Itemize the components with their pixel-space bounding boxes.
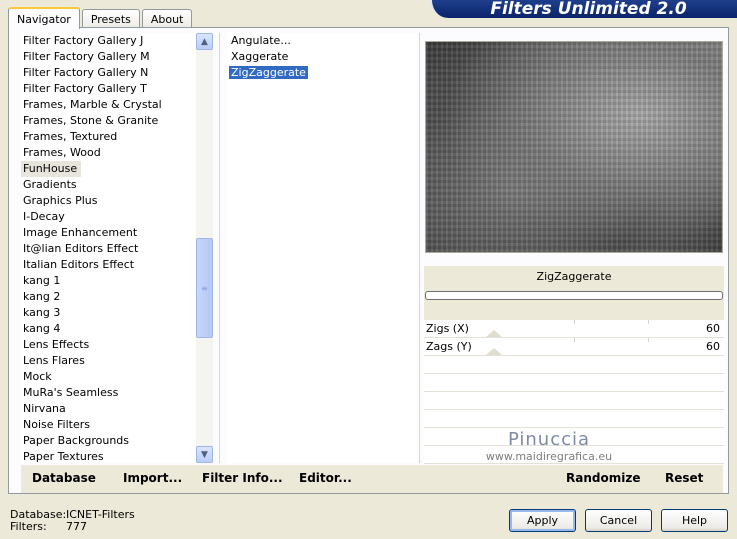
category-item[interactable]: Paper Textures: [21, 449, 197, 463]
filter-item-label: ZigZaggerate: [229, 66, 308, 79]
category-item[interactable]: Paper Backgrounds: [21, 433, 197, 449]
cancel-button[interactable]: Cancel: [585, 509, 652, 532]
param-value: 60: [706, 322, 720, 335]
scroll-down-button[interactable]: ▼: [196, 446, 213, 463]
list-divider: [219, 33, 220, 463]
filter-item[interactable]: Xaggerate: [227, 49, 417, 65]
category-item[interactable]: I-Decay: [21, 209, 197, 225]
param-label: Zags (Y): [426, 340, 472, 353]
filter-item-label: Xaggerate: [231, 50, 289, 63]
tab-navigator[interactable]: Navigator: [8, 7, 80, 29]
apply-button[interactable]: Apply: [509, 509, 576, 532]
category-item[interactable]: Frames, Wood: [21, 145, 197, 161]
category-item[interactable]: Mock: [21, 369, 197, 385]
category-item[interactable]: Noise Filters: [21, 417, 197, 433]
category-item[interactable]: Filter Factory Gallery M: [21, 49, 197, 65]
slider-tick: [574, 338, 575, 342]
filter-item[interactable]: ZigZaggerate: [227, 65, 417, 81]
category-scrollbar[interactable]: ▲ ≡ ▼: [196, 33, 213, 463]
progress-area: [424, 288, 724, 320]
filter-list[interactable]: Angulate... Xaggerate ZigZaggerate: [227, 33, 417, 463]
filters-count-value: 777: [66, 520, 87, 533]
progress-bar: [425, 291, 723, 300]
filter-info-button[interactable]: Filter Info...: [202, 471, 283, 485]
category-item[interactable]: Frames, Marble & Crystal: [21, 97, 197, 113]
scroll-thumb[interactable]: ≡: [196, 238, 213, 338]
randomize-button[interactable]: Randomize: [566, 471, 640, 485]
category-item[interactable]: Italian Editors Effect: [21, 257, 197, 273]
help-button[interactable]: Help: [661, 509, 728, 532]
category-item[interactable]: kang 1: [21, 273, 197, 289]
scroll-up-button[interactable]: ▲: [196, 33, 213, 50]
tab-strip: Navigator Presets About: [8, 6, 194, 29]
chevron-down-icon: ▼: [201, 449, 208, 460]
watermark-url: www.maidiregrafica.eu: [485, 450, 613, 463]
category-item[interactable]: Nirvana: [21, 401, 197, 417]
category-item[interactable]: Lens Effects: [21, 337, 197, 353]
filter-preview-image: [425, 41, 723, 253]
slider-handle[interactable]: [486, 330, 502, 337]
category-item[interactable]: Graphics Plus: [21, 193, 197, 209]
slider-handle[interactable]: [486, 348, 502, 355]
reset-button[interactable]: Reset: [665, 471, 703, 485]
watermark-name: Pinuccia: [507, 429, 591, 450]
category-item[interactable]: Gradients: [21, 177, 197, 193]
category-item[interactable]: Image Enhancement: [21, 225, 197, 241]
import-button[interactable]: Import...: [123, 471, 182, 485]
tab-about[interactable]: About: [141, 9, 193, 28]
panel-button-bar: Database Import... Filter Info... Editor…: [21, 465, 723, 493]
param-value: 60: [706, 340, 720, 353]
category-item[interactable]: Filter Factory Gallery N: [21, 65, 197, 81]
slider-tick: [648, 320, 649, 324]
param-row-empty: [424, 374, 724, 392]
category-item[interactable]: Frames, Stone & Granite: [21, 113, 197, 129]
category-item[interactable]: Frames, Textured: [21, 129, 197, 145]
param-row-empty: [424, 410, 724, 428]
navigator-panel: Filter Factory Gallery J Filter Factory G…: [8, 27, 729, 494]
chevron-up-icon: ▲: [201, 36, 208, 47]
category-item[interactable]: kang 3: [21, 305, 197, 321]
category-item[interactable]: Filter Factory Gallery J: [21, 33, 197, 49]
slider-tick: [574, 320, 575, 324]
watermark: Pinuccia www.maidiregrafica.eu: [449, 429, 649, 464]
param-label: Zigs (X): [426, 322, 469, 335]
category-item[interactable]: Filter Factory Gallery T: [21, 81, 197, 97]
param-row-empty: [424, 356, 724, 374]
category-item[interactable]: Lens Flares: [21, 353, 197, 369]
app-banner: Filters Unlimited 2.0: [430, 0, 737, 18]
category-item[interactable]: MuRa's Seamless: [21, 385, 197, 401]
category-list[interactable]: Filter Factory Gallery J Filter Factory G…: [21, 33, 197, 463]
tab-presets[interactable]: Presets: [81, 9, 140, 28]
category-item[interactable]: FunHouse: [21, 161, 82, 177]
editor-button[interactable]: Editor...: [299, 471, 352, 485]
status-info: Database: ICNET-Filters Filters: 777: [10, 509, 135, 533]
database-button[interactable]: Database: [32, 471, 96, 485]
category-item[interactable]: kang 4: [21, 321, 197, 337]
category-item[interactable]: It@lian Editors Effect: [21, 241, 197, 257]
filter-item[interactable]: Angulate...: [227, 33, 417, 49]
param-row-zags[interactable]: Zags (Y) 60: [424, 338, 724, 356]
param-row-empty: [424, 392, 724, 410]
category-item[interactable]: kang 2: [21, 289, 197, 305]
filter-item-label: Angulate...: [231, 34, 291, 47]
filters-count-label: Filters:: [10, 520, 47, 533]
grip-icon: ≡: [201, 283, 208, 293]
list-divider: [419, 33, 420, 463]
param-row-zigs[interactable]: Zigs (X) 60: [424, 320, 724, 338]
current-filter-title: ZigZaggerate: [424, 266, 724, 288]
slider-tick: [648, 338, 649, 342]
